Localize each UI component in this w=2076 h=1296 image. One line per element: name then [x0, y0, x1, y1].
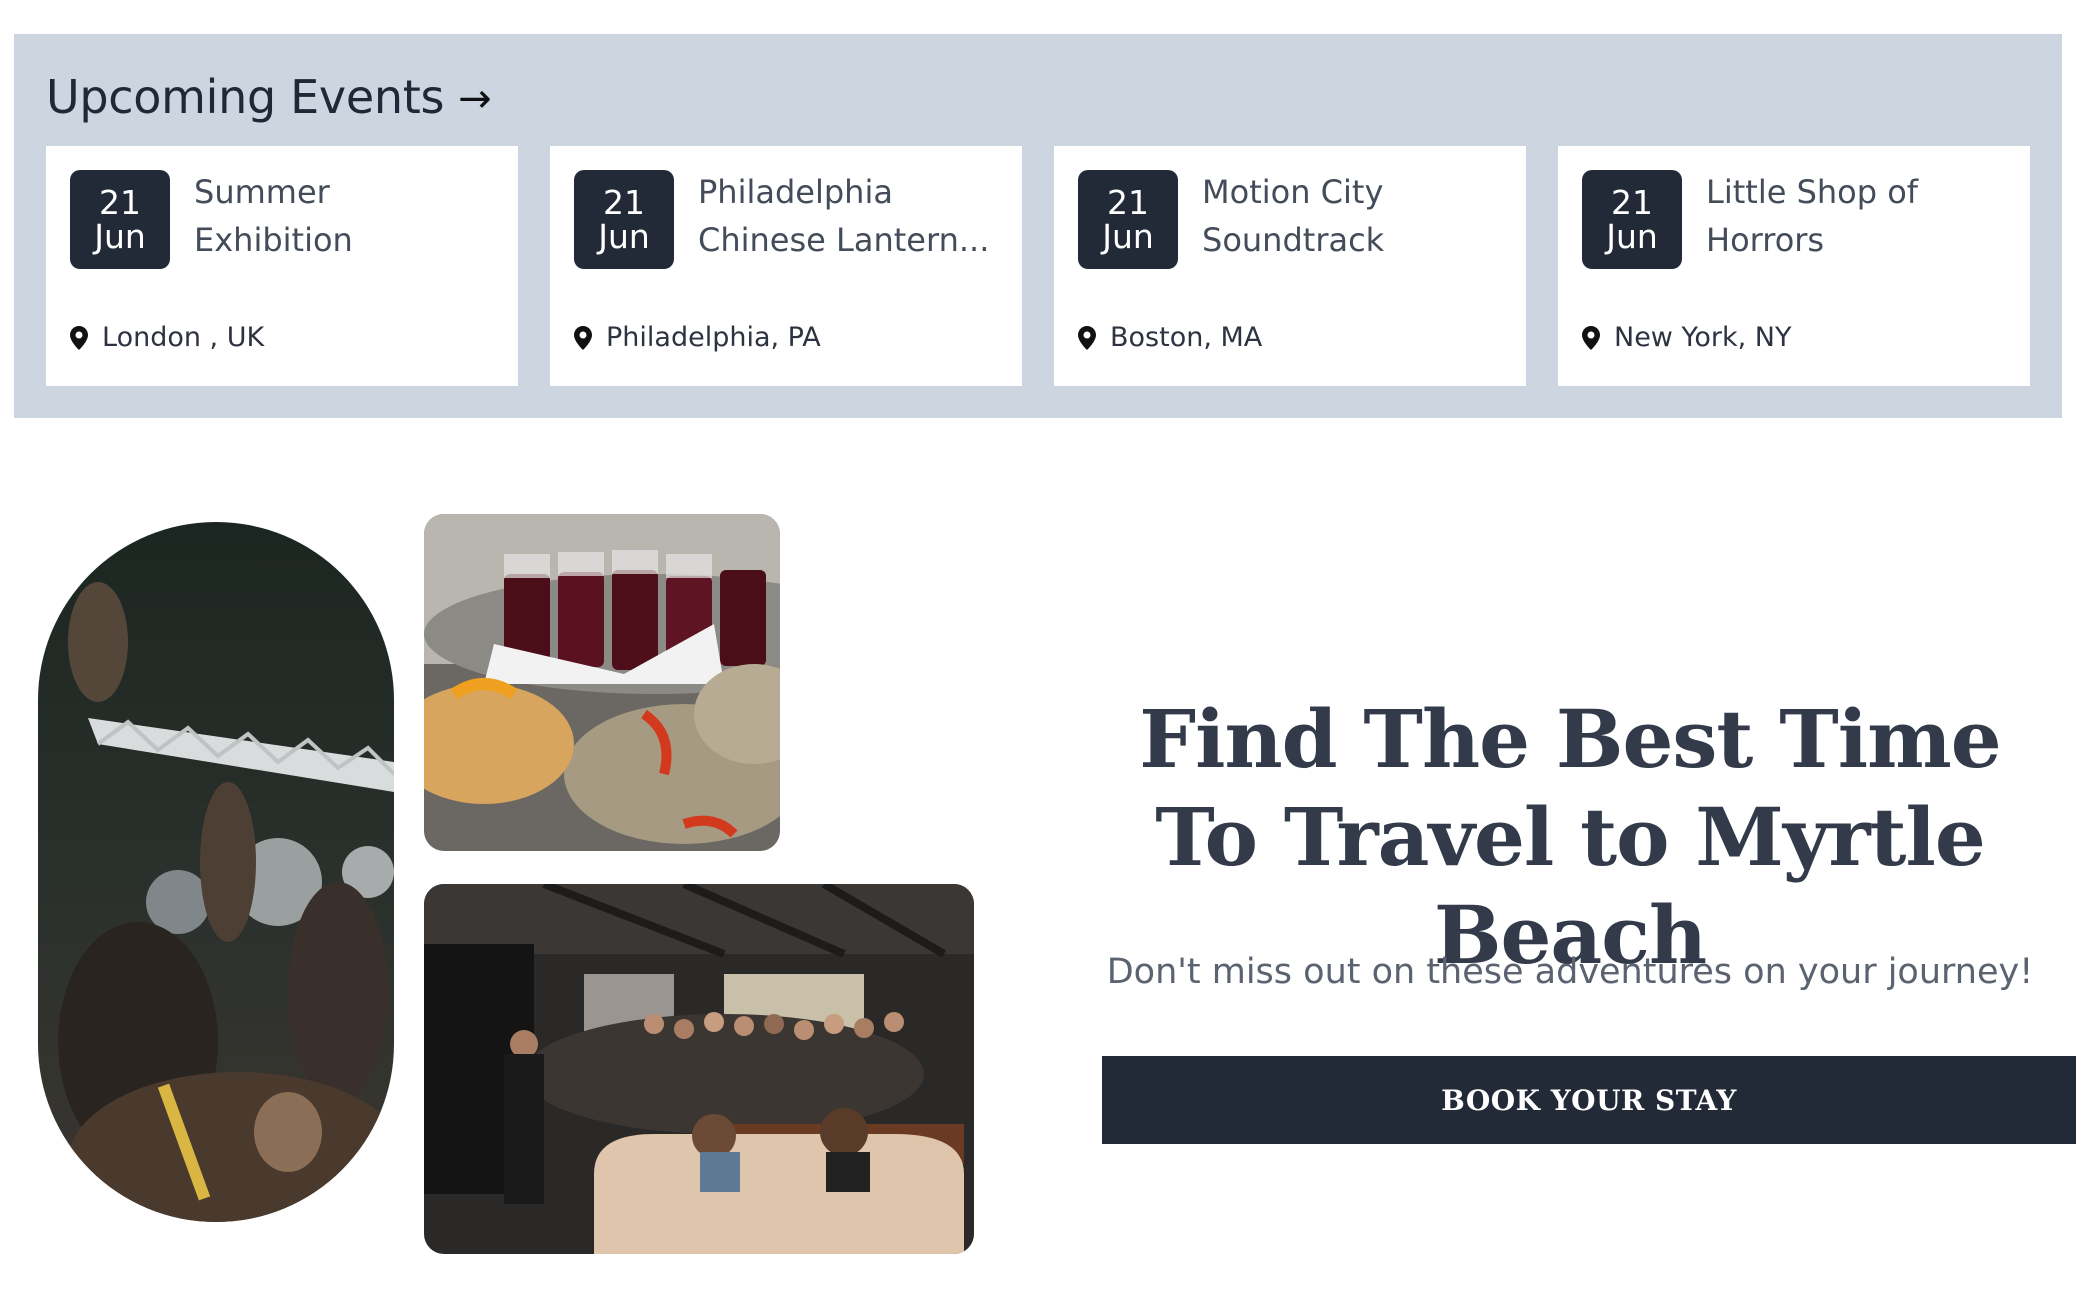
event-title[interactable]: Philadelphia Chinese Lantern...: [698, 168, 998, 264]
date-month: Jun: [1606, 216, 1658, 256]
date-badge: 21 Jun: [1582, 170, 1682, 269]
event-card[interactable]: 21 Jun Little Shop of Horrors New York, …: [1558, 146, 2030, 386]
date-badge: 21 Jun: [1078, 170, 1178, 269]
map-pin-icon: [1078, 325, 1096, 350]
event-card[interactable]: 21 Jun Summer Exhibition London , UK: [46, 146, 518, 386]
event-location-text: Boston, MA: [1110, 322, 1263, 353]
map-pin-icon: [574, 325, 592, 350]
event-card[interactable]: 21 Jun Motion City Soundtrack Boston, MA: [1054, 146, 1526, 386]
event-title[interactable]: Summer Exhibition: [194, 168, 494, 264]
map-pin-icon: [70, 325, 88, 350]
date-month: Jun: [1102, 216, 1154, 256]
date-month: Jun: [94, 216, 146, 256]
date-day: 21: [603, 182, 645, 222]
party-photo: [38, 522, 394, 1222]
arrow-right-icon: →: [458, 76, 492, 122]
event-card[interactable]: 21 Jun Philadelphia Chinese Lantern... P…: [550, 146, 1022, 386]
hero-title: Find The Best Time To Travel to Myrtle B…: [1139, 692, 2001, 982]
date-badge: 21 Jun: [574, 170, 674, 269]
date-month: Jun: [598, 216, 650, 256]
event-title[interactable]: Little Shop of Horrors: [1706, 168, 2006, 264]
date-day: 21: [1107, 182, 1149, 222]
upcoming-events-section: Upcoming Events → 21 Jun Summer Exhibiti…: [14, 34, 2062, 418]
event-location: Boston, MA: [1078, 322, 1262, 353]
book-your-stay-button[interactable]: BOOK YOUR STAY: [1102, 1056, 2076, 1144]
hero-subtitle: Don't miss out on these adventures on yo…: [1106, 952, 2034, 992]
date-day: 21: [99, 182, 141, 222]
date-day: 21: [1611, 182, 1653, 222]
date-badge: 21 Jun: [70, 170, 170, 269]
crowd-gathering-photo: [424, 884, 974, 1254]
upcoming-events-title: Upcoming Events: [46, 70, 445, 124]
event-location: London , UK: [70, 322, 264, 353]
food-drinks-photo: [424, 514, 780, 851]
event-location-text: Philadelphia, PA: [606, 322, 821, 353]
map-pin-icon: [1582, 325, 1600, 350]
event-location: Philadelphia, PA: [574, 322, 821, 353]
event-title[interactable]: Motion City Soundtrack: [1202, 168, 1502, 264]
event-location-text: New York, NY: [1614, 322, 1792, 353]
event-location-text: London , UK: [102, 322, 265, 353]
upcoming-events-heading[interactable]: Upcoming Events →: [46, 70, 492, 124]
event-location: New York, NY: [1582, 322, 1792, 353]
